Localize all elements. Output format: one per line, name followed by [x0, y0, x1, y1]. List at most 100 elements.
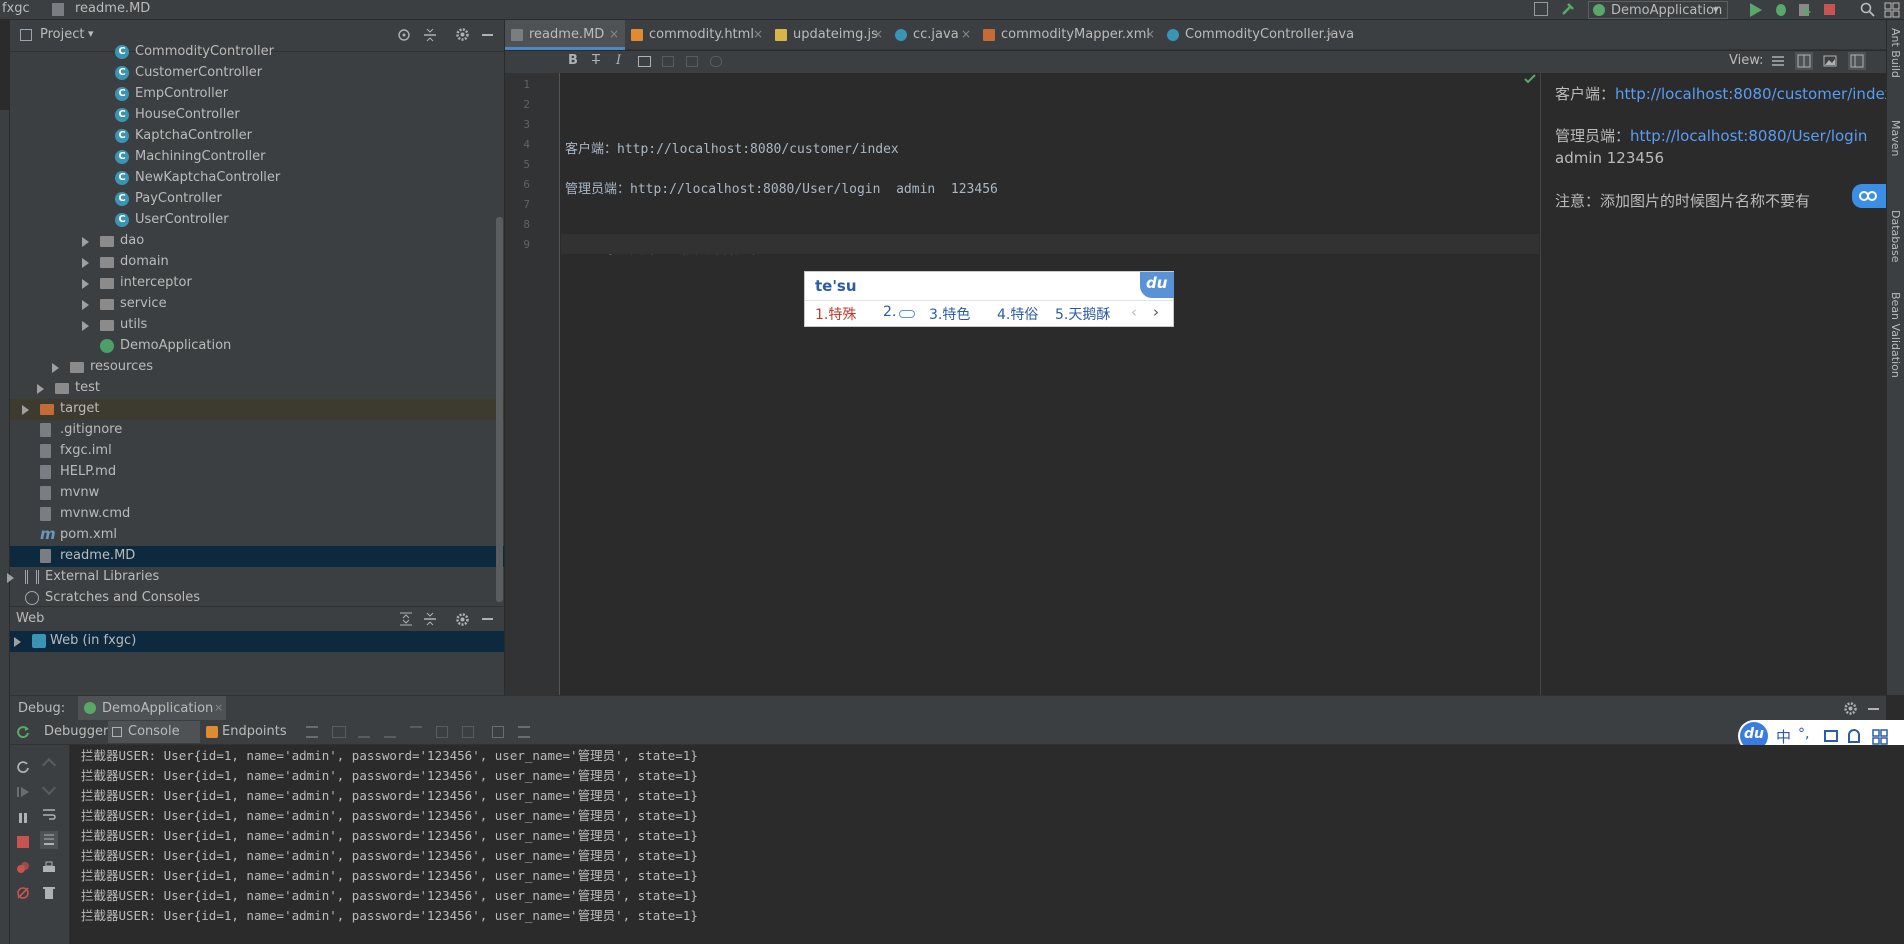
- ime-candidate-2[interactable]: 2.: [883, 304, 896, 320]
- minimize-icon[interactable]: [482, 34, 493, 36]
- gear-icon[interactable]: [455, 27, 470, 42]
- tree-item[interactable]: fxgc.iml: [10, 441, 504, 462]
- console-tab[interactable]: Console: [108, 721, 200, 743]
- minimize-icon[interactable]: [1868, 708, 1879, 710]
- step-into-icon[interactable]: [358, 726, 370, 738]
- table-icon[interactable]: [638, 56, 651, 67]
- evaluate-icon[interactable]: [492, 726, 504, 738]
- breadcrumb-file[interactable]: readme.MD: [75, 1, 150, 16]
- windows-icon[interactable]: [1884, 2, 1900, 18]
- close-icon[interactable]: ×: [609, 27, 619, 41]
- trace-icon[interactable]: [518, 726, 530, 738]
- tree-item[interactable]: domain: [10, 252, 504, 273]
- inspection-ok-icon[interactable]: [1524, 74, 1536, 84]
- minimize-icon[interactable]: [482, 618, 493, 620]
- scroll-down-icon[interactable]: [41, 780, 57, 796]
- mute-breakpoints-icon[interactable]: [16, 886, 30, 900]
- tree-item[interactable]: External Libraries: [7, 567, 504, 588]
- force-step-into-icon[interactable]: [384, 726, 396, 738]
- tree-item[interactable]: .gitignore: [10, 420, 504, 441]
- frames-icon[interactable]: [306, 726, 318, 738]
- restart-icon[interactable]: [16, 760, 30, 774]
- tree-item[interactable]: C EmpController: [10, 84, 504, 105]
- gear-icon[interactable]: [455, 612, 470, 627]
- preview-customer-link[interactable]: http://localhost:8080/customer/index: [1615, 85, 1893, 103]
- ime-candidate-5[interactable]: 5.天鹅酥: [1055, 304, 1123, 324]
- search-icon[interactable]: [1860, 2, 1875, 17]
- layout-icon[interactable]: [1534, 2, 1548, 16]
- build-hammer-icon[interactable]: [1560, 1, 1576, 17]
- drop-frame-icon[interactable]: [436, 726, 448, 738]
- run-to-cursor-icon[interactable]: [462, 726, 474, 738]
- editor-tab[interactable]: updateimg.js ×: [769, 20, 889, 50]
- preview-only-icon[interactable]: [1823, 54, 1837, 68]
- expand-arrow-icon[interactable]: [82, 300, 89, 310]
- tree-item[interactable]: C UserController: [10, 210, 504, 231]
- tree-item[interactable]: C HouseController: [10, 105, 504, 126]
- collapse-all-icon[interactable]: [423, 612, 437, 626]
- layout-toggle-icon[interactable]: [1848, 52, 1866, 70]
- tree-item[interactable]: target: [10, 399, 504, 420]
- strikethrough-icon[interactable]: T: [592, 53, 600, 68]
- expand-all-icon[interactable]: [399, 612, 413, 626]
- editor-tab[interactable]: commodityMapper.xml ×: [977, 20, 1161, 50]
- step-over-icon[interactable]: [332, 726, 346, 738]
- stop-icon[interactable]: [17, 836, 29, 848]
- close-icon[interactable]: ×: [873, 27, 883, 41]
- prev-page-icon[interactable]: ‹: [1131, 303, 1137, 321]
- tree-item[interactable]: test: [10, 378, 504, 399]
- stop-icon[interactable]: [1824, 4, 1835, 15]
- close-icon[interactable]: ×: [214, 701, 223, 714]
- editor-tab[interactable]: readme.MD ×: [505, 20, 625, 50]
- next-page-icon[interactable]: ›: [1153, 303, 1159, 321]
- code-icon[interactable]: [662, 56, 674, 67]
- bean-validation-tab[interactable]: Bean Validation: [1889, 292, 1902, 378]
- ime-candidate-1[interactable]: 1.特殊: [815, 304, 856, 324]
- tree-item[interactable]: dao: [10, 231, 504, 252]
- italic-icon[interactable]: I: [616, 53, 621, 68]
- step-out-icon[interactable]: [410, 726, 422, 738]
- endpoints-tab[interactable]: Endpoints: [206, 721, 296, 743]
- code-block-icon[interactable]: [686, 56, 698, 67]
- view-breakpoints-icon[interactable]: [16, 861, 30, 875]
- project-tool-window-button[interactable]: [0, 20, 10, 110]
- split-view-icon[interactable]: [1795, 52, 1813, 70]
- tree-item[interactable]: interceptor: [10, 273, 504, 294]
- ime-user-icon[interactable]: [1848, 729, 1860, 743]
- scroll-up-icon[interactable]: [41, 757, 57, 773]
- ime-candidate-4[interactable]: 4.特俗: [997, 304, 1038, 324]
- rerun-icon[interactable]: [16, 725, 30, 739]
- resume-icon[interactable]: [16, 785, 30, 799]
- tree-item[interactable]: service: [10, 294, 504, 315]
- soft-wrap-icon[interactable]: [42, 807, 56, 821]
- editor-tab[interactable]: commodity.html ×: [625, 20, 769, 50]
- gear-icon[interactable]: [1843, 701, 1858, 716]
- expand-arrow-icon[interactable]: [14, 637, 21, 647]
- tree-item[interactable]: HELP.md: [10, 462, 504, 483]
- tree-item[interactable]: C KaptchaController: [10, 126, 504, 147]
- locate-icon[interactable]: [397, 28, 411, 42]
- close-icon[interactable]: ×: [1325, 27, 1335, 41]
- tree-item[interactable]: C PayController: [10, 189, 504, 210]
- print-icon[interactable]: [42, 861, 56, 875]
- close-icon[interactable]: ×: [1145, 27, 1155, 41]
- maven-tab[interactable]: Maven: [1889, 120, 1902, 156]
- web-panel-title[interactable]: Web: [16, 611, 44, 626]
- tree-item[interactable]: readme.MD: [10, 546, 504, 567]
- expand-arrow-icon[interactable]: [22, 405, 29, 415]
- ime-candidate-3[interactable]: 3.特色: [929, 304, 970, 324]
- tree-scrollbar[interactable]: [496, 217, 503, 602]
- editor-tab[interactable]: cc.java ×: [889, 20, 977, 50]
- run-icon[interactable]: [1750, 3, 1762, 17]
- close-icon[interactable]: ×: [753, 27, 763, 41]
- debug-icon[interactable]: [1774, 2, 1788, 17]
- expand-arrow-icon[interactable]: [82, 321, 89, 331]
- breadcrumb-project[interactable]: fxgc: [2, 1, 30, 16]
- debug-session-tab[interactable]: DemoApplication ×: [78, 696, 226, 721]
- ant-build-tab[interactable]: Ant Build: [1889, 28, 1902, 78]
- tree-item[interactable]: utils: [10, 315, 504, 336]
- expand-arrow-icon[interactable]: [82, 279, 89, 289]
- link-icon[interactable]: [710, 56, 722, 67]
- pause-icon[interactable]: [16, 811, 30, 825]
- preview-admin-link[interactable]: http://localhost:8080/User/login: [1630, 127, 1867, 145]
